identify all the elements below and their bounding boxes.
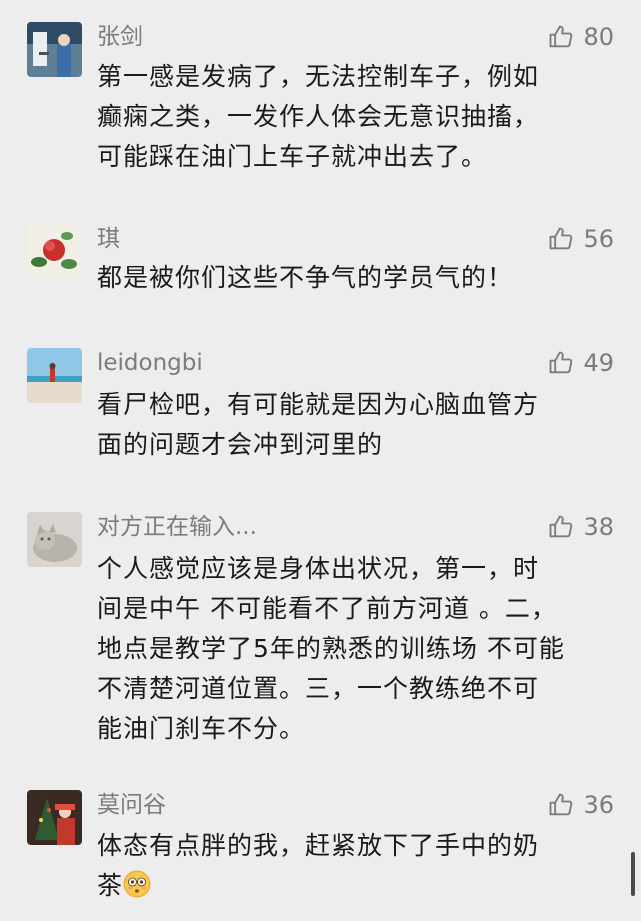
- thumbs-up-icon: [550, 515, 573, 538]
- comment-line: 能油门刹车不分。: [97, 714, 306, 743]
- thumbs-up-icon: [550, 793, 573, 816]
- commenter-name[interactable]: 琪: [97, 224, 120, 254]
- comment-line: 间是中午 不可能看不了前方河道 。二，: [97, 594, 557, 623]
- comment-line: 不清楚河道位置。三，一个教练绝不可: [97, 674, 540, 703]
- commenter-name[interactable]: 莫问谷: [97, 790, 166, 820]
- comment-line: 个人感觉应该是身体出状况，第一，时: [97, 554, 540, 583]
- like-count: 56: [583, 225, 614, 253]
- comment-text: 都是被你们这些不争气的学员气的！: [97, 258, 617, 298]
- comment-line: 地点是教学了5年的熟悉的训练场 不可能: [97, 634, 565, 663]
- comment-line: 癫痫之类，一发作人体会无意识抽搐，: [97, 102, 540, 131]
- avatar[interactable]: [27, 348, 82, 403]
- avatar[interactable]: [27, 512, 82, 567]
- commenter-name[interactable]: 对方正在输入...: [97, 512, 257, 542]
- thumbs-up-icon: [550, 351, 573, 374]
- like-count: 38: [583, 513, 614, 541]
- avatar[interactable]: [27, 22, 82, 77]
- flushed-face-emoji-icon: [123, 870, 151, 898]
- thumbs-up-icon: [550, 25, 573, 48]
- comment-line: 体态有点胖的我，赶紧放下了手中的奶: [97, 831, 540, 860]
- comment-text: 个人感觉应该是身体出状况，第一，时 间是中午 不可能看不了前方河道 。二， 地点…: [97, 549, 617, 749]
- like-button[interactable]: 49: [547, 348, 614, 378]
- comment-line: 第一感是发病了，无法控制车子，例如: [97, 62, 540, 91]
- like-button[interactable]: 38: [547, 512, 614, 542]
- like-button[interactable]: 56: [547, 224, 614, 254]
- comment-text: 第一感是发病了，无法控制车子，例如 癫痫之类，一发作人体会无意识抽搐， 可能踩在…: [97, 57, 617, 177]
- like-count: 80: [583, 23, 614, 51]
- comment-line: 看尸检吧，有可能就是因为心脑血管方: [97, 390, 540, 419]
- avatar[interactable]: [27, 790, 82, 845]
- like-count: 36: [583, 791, 614, 819]
- thumbs-up-icon: [550, 227, 573, 250]
- comment-line-text: 茶: [97, 871, 124, 900]
- like-count: 49: [583, 349, 614, 377]
- comment-line: 面的问题才会冲到河里的: [97, 430, 384, 459]
- comment-text: 看尸检吧，有可能就是因为心脑血管方 面的问题才会冲到河里的: [97, 385, 617, 465]
- comment-line: 茶: [97, 866, 617, 906]
- commenter-name[interactable]: 张剑: [97, 22, 143, 52]
- comment-text: 体态有点胖的我，赶紧放下了手中的奶 茶: [97, 826, 617, 906]
- avatar[interactable]: [27, 224, 82, 279]
- scrollbar[interactable]: [631, 852, 635, 896]
- like-button[interactable]: 80: [547, 22, 614, 52]
- like-button[interactable]: 36: [547, 790, 614, 820]
- commenter-name[interactable]: leidongbi: [97, 348, 203, 378]
- comment-line: 都是被你们这些不争气的学员气的！: [97, 263, 514, 292]
- comment-line: 可能踩在油门上车子就冲出去了。: [97, 142, 488, 171]
